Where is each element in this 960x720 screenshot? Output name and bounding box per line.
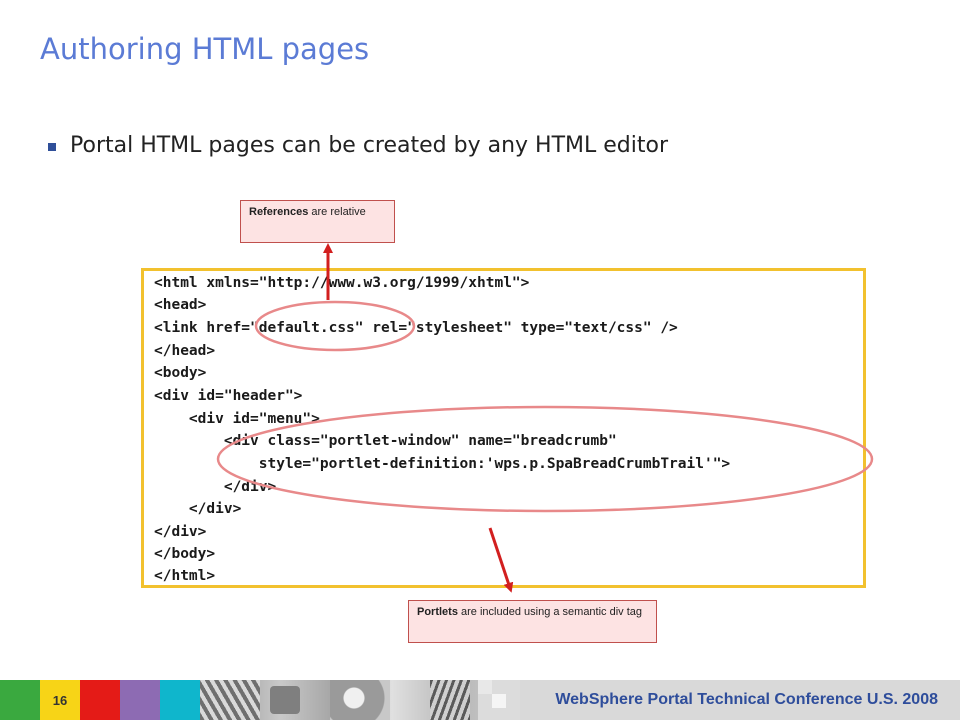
- portrait-image: [330, 680, 390, 720]
- refresh-arrow-icon: [270, 686, 300, 714]
- highlight-ellipse-css-link: [254, 300, 416, 352]
- decorative-pattern: [200, 680, 260, 720]
- decorative-pattern: [430, 680, 470, 720]
- footer-cyan-block: [160, 680, 200, 720]
- footer-purple-block: [120, 680, 160, 720]
- conference-tagline: WebSphere Portal Technical Conference U.…: [520, 680, 960, 720]
- footer-photo-strip: [200, 680, 520, 720]
- highlight-ellipse-portlet-div: [216, 405, 874, 513]
- callout-portlets-text: are included using a semantic div tag: [457, 606, 643, 618]
- callout-portlets: Portlets are included using a semantic d…: [408, 600, 657, 643]
- footer-bar: 16 WebSphere Portal Technical Conference…: [0, 680, 960, 720]
- decorative-squares: [478, 680, 520, 720]
- page-number: 16: [40, 680, 80, 720]
- footer-green-block: [0, 680, 40, 720]
- callout-portlets-bold: Portlets: [417, 606, 458, 618]
- arrow-down-to-portlets: [488, 527, 514, 593]
- footer-red-block: [80, 680, 120, 720]
